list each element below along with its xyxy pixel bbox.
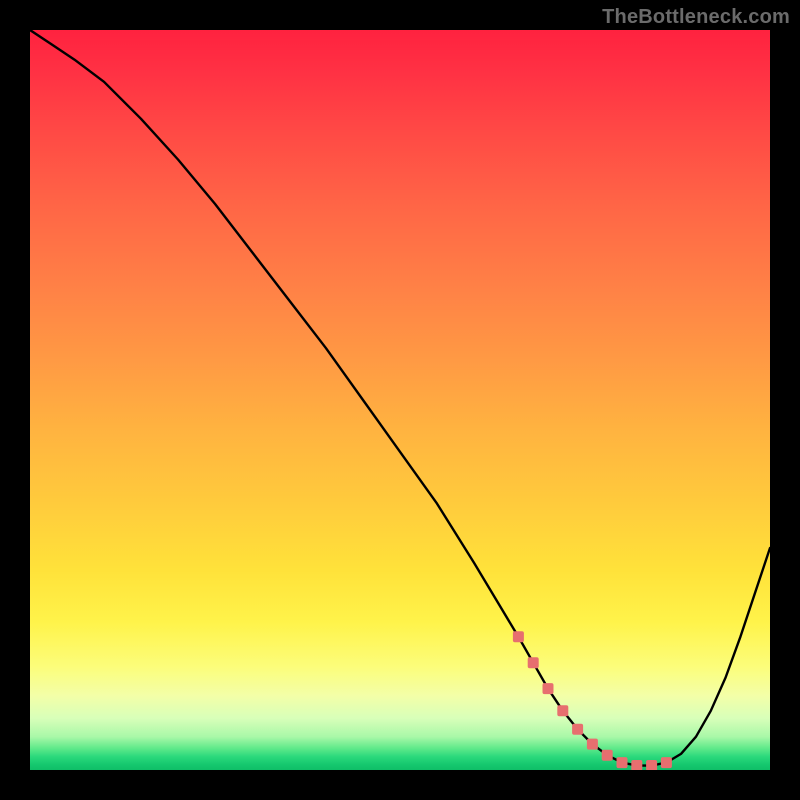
- optimal-marker: [528, 657, 539, 668]
- optimal-marker: [587, 739, 598, 750]
- optimal-zone-markers: [513, 631, 672, 770]
- optimal-marker: [557, 705, 568, 716]
- optimal-marker: [631, 760, 642, 770]
- optimal-marker: [646, 760, 657, 770]
- optimal-marker: [543, 683, 554, 694]
- plot-area: [30, 30, 770, 770]
- plot-overlay: [30, 30, 770, 770]
- chart-frame: TheBottleneck.com: [0, 0, 800, 800]
- watermark-text: TheBottleneck.com: [602, 6, 790, 29]
- bottleneck-curve: [30, 30, 770, 766]
- optimal-marker: [513, 631, 524, 642]
- optimal-marker: [572, 724, 583, 735]
- optimal-marker: [661, 757, 672, 768]
- optimal-marker: [602, 750, 613, 761]
- optimal-marker: [617, 757, 628, 768]
